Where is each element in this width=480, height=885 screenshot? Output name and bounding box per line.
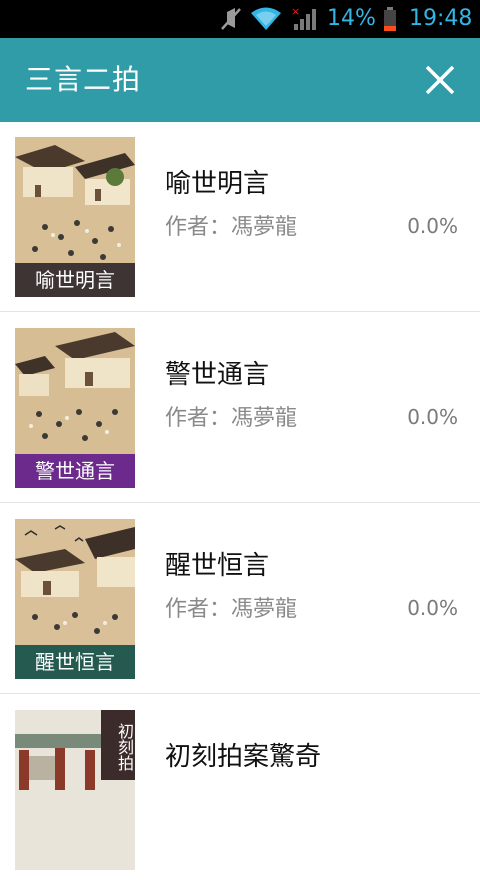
- mute-icon: [218, 6, 244, 36]
- signal-icon: ×: [290, 5, 318, 36]
- battery-percent: 14%: [327, 6, 376, 31]
- divider: [0, 693, 480, 694]
- book-title: 初刻拍案驚奇: [165, 742, 322, 772]
- list-item[interactable]: 初刻拍 初刻拍案驚奇: [0, 695, 480, 885]
- battery-icon: [382, 6, 398, 36]
- close-button[interactable]: [418, 58, 462, 102]
- cover-label: 醒世恒言: [15, 645, 135, 679]
- list-item[interactable]: 喻世明言 喻世明言 作者：馮夢龍 0.0%: [0, 122, 480, 312]
- list-item[interactable]: 警世通言 警世通言 作者：馮夢龍 0.0%: [0, 313, 480, 503]
- cover-label: 初刻拍: [101, 710, 135, 780]
- cover-label: 警世通言: [15, 454, 135, 488]
- status-bar: × 14% 19:48: [0, 0, 480, 38]
- book-cover: 初刻拍: [15, 710, 135, 870]
- list-item[interactable]: 醒世恒言 醒世恒言 作者：馮夢龍 0.0%: [0, 504, 480, 694]
- book-title: 警世通言: [165, 360, 270, 390]
- svg-text:×: ×: [291, 6, 300, 18]
- clock: 19:48: [409, 6, 473, 31]
- book-author: 作者：馮夢龍: [165, 597, 298, 622]
- app-bar: 三言二拍: [0, 38, 480, 122]
- divider: [0, 502, 480, 503]
- divider: [0, 311, 480, 312]
- cover-label: 喻世明言: [15, 263, 135, 297]
- book-progress: 0.0%: [407, 596, 458, 620]
- book-cover: 醒世恒言: [15, 519, 135, 679]
- book-author: 作者：馮夢龍: [165, 215, 298, 240]
- book-cover: 喻世明言: [15, 137, 135, 297]
- app-title: 三言二拍: [25, 63, 142, 96]
- book-progress: 0.0%: [407, 405, 458, 429]
- close-icon: [425, 65, 455, 95]
- book-title: 醒世恒言: [165, 551, 270, 581]
- book-cover: 警世通言: [15, 328, 135, 488]
- wifi-icon: [250, 6, 282, 36]
- book-title: 喻世明言: [165, 169, 270, 199]
- book-author: 作者：馮夢龍: [165, 406, 298, 431]
- book-progress: 0.0%: [407, 214, 458, 238]
